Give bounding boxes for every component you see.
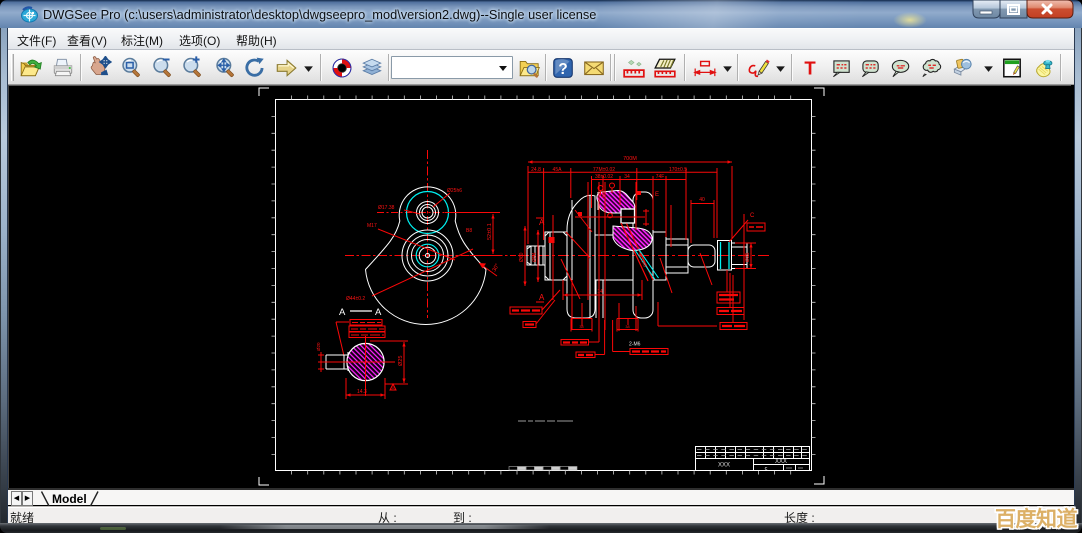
svg-text:Ø25: Ø25 [745,252,751,262]
svg-text:Ø20: Ø20 [316,342,321,351]
svg-text:14: 14 [597,289,603,295]
svg-text:Ø25: Ø25 [398,356,404,366]
svg-text:38: 38 [579,325,583,329]
svg-text:Ø17.38: Ø17.38 [378,205,395,211]
svg-text:700M: 700M [623,156,637,162]
svg-text:2-M6: 2-M6 [629,342,641,348]
svg-text:A: A [339,307,346,318]
svg-text:52±0.1: 52±0.1 [487,223,493,240]
svg-text:c: c [765,466,768,472]
svg-text:45A: 45A [553,167,563,173]
svg-text:38: 38 [625,325,629,329]
svg-text:14.3: 14.3 [357,389,367,395]
svg-text:M17: M17 [367,223,377,229]
svg-text:B8: B8 [466,228,472,234]
svg-text:A: A [375,307,382,318]
svg-text:Ø25h6: Ø25h6 [447,188,462,194]
svg-text:74F: 74F [656,174,665,180]
svg-text:Ø44±0.2: Ø44±0.2 [346,296,365,302]
svg-text:77M±0.02: 77M±0.02 [593,167,615,173]
svg-text:40: 40 [699,197,705,203]
svg-text:Ø54: Ø54 [532,252,538,262]
svg-text:34: 34 [624,174,630,180]
svg-text:C: C [750,213,755,219]
svg-text:E: E [655,192,659,198]
svg-text:170±0.5: 170±0.5 [669,167,687,173]
svg-text:XXX: XXX [775,459,787,465]
svg-text:30°: 30° [492,263,501,273]
svg-text:A: A [539,218,545,227]
svg-text:Ø60: Ø60 [519,252,525,262]
svg-text:38±0.02: 38±0.02 [595,174,613,180]
svg-text:24.8: 24.8 [531,167,541,173]
svg-text:XXX: XXX [718,463,730,469]
svg-text:A: A [392,386,395,391]
svg-text:A: A [539,293,545,302]
